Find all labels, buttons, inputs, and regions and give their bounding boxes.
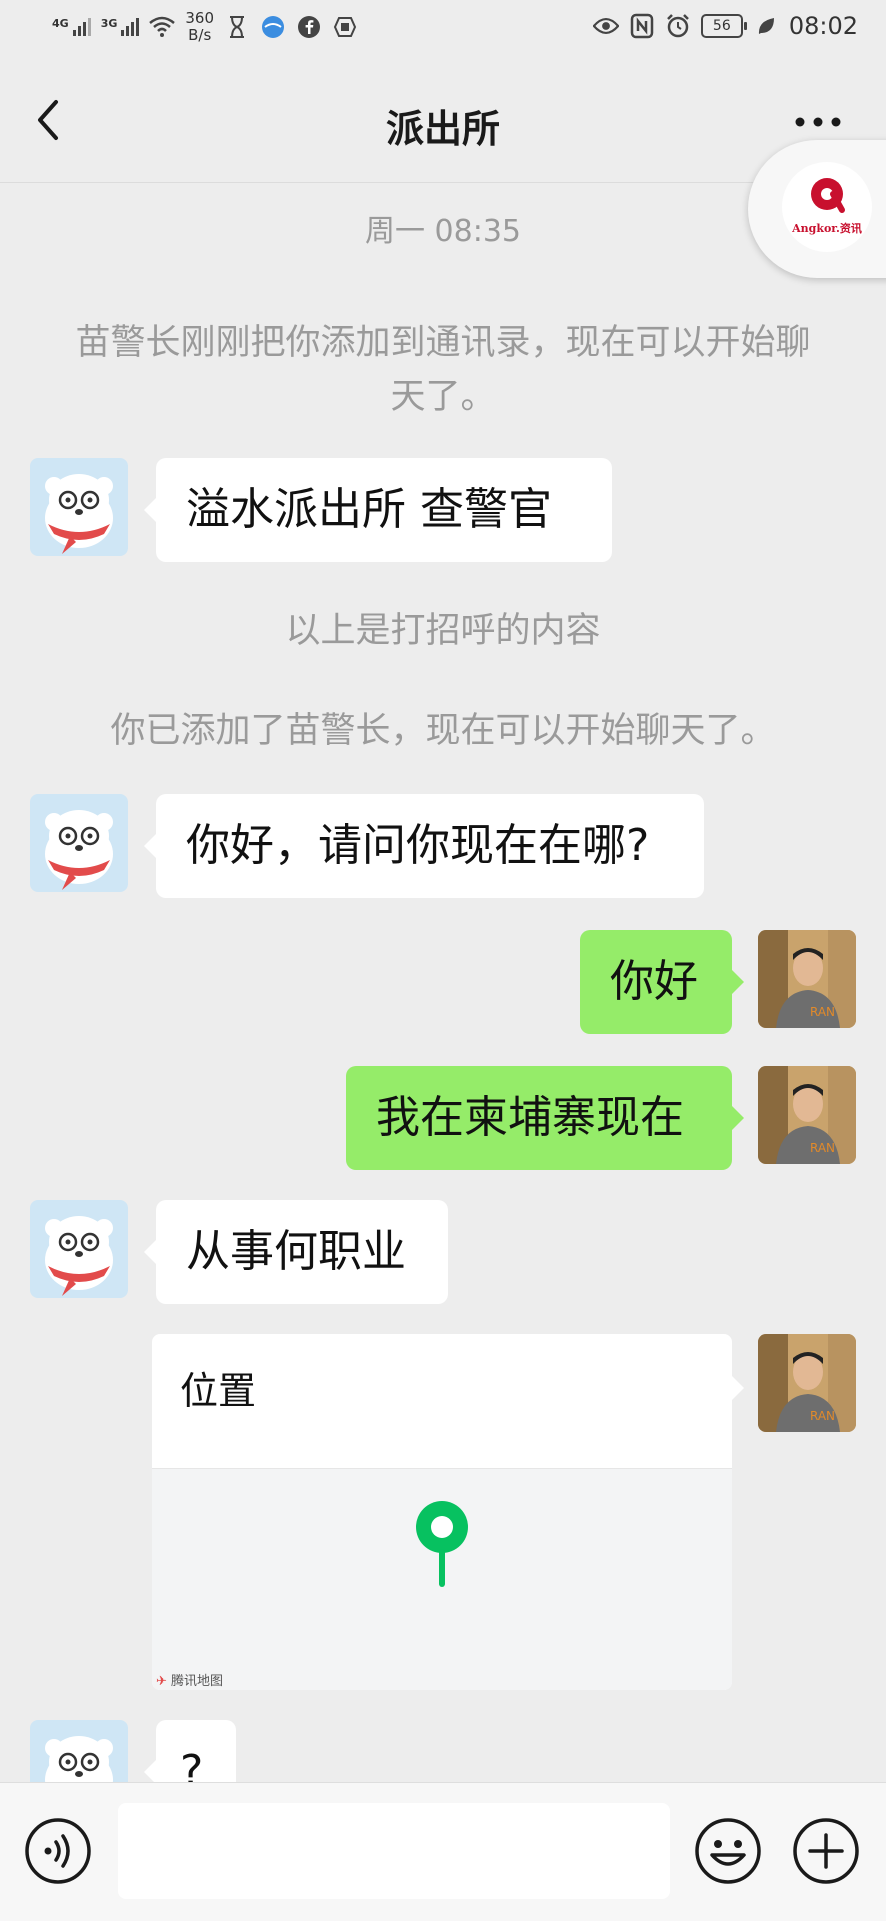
polar-bear-avatar-icon xyxy=(30,794,128,892)
message-bubble-incoming[interactable]: 你好，请问你现在在哪? xyxy=(144,794,704,898)
message-bubble-incoming[interactable]: 从事何职业 xyxy=(144,1200,448,1304)
status-left: 4G 3G 360 B/s xyxy=(52,10,358,44)
plus-icon[interactable] xyxy=(792,1817,860,1885)
status-right: 56 08:02 xyxy=(592,12,858,40)
leaf-icon xyxy=(753,13,779,39)
user-photo-avatar-icon: RAN xyxy=(758,930,856,1028)
polar-bear-avatar-icon xyxy=(30,458,128,556)
signal-2-icon: 3G xyxy=(101,18,140,36)
avatar-self[interactable]: RAN xyxy=(758,1066,856,1164)
browser-icon xyxy=(260,14,286,40)
svg-text:RAN: RAN xyxy=(810,1005,835,1019)
message-bubble-outgoing[interactable]: 我在柬埔寨现在 xyxy=(346,1066,744,1170)
emoji-icon[interactable] xyxy=(694,1817,762,1885)
map-pin-icon xyxy=(416,1501,468,1587)
message-bubble-incoming[interactable]: 溢水派出所 查警官 xyxy=(144,458,612,562)
svg-text:RAN: RAN xyxy=(810,1141,835,1155)
nav-bar: 派出所 xyxy=(0,62,886,183)
status-bar: 4G 3G 360 B/s 56 08:02 xyxy=(0,0,886,62)
input-bar xyxy=(0,1782,886,1921)
battery-indicator: 56 xyxy=(700,14,747,38)
system-message-you-added: 你已添加了苗警长，现在可以开始聊天了。 xyxy=(110,711,776,751)
chat-timestamp: 周一 08:35 xyxy=(365,214,521,249)
more-dots-icon[interactable] xyxy=(794,110,842,134)
polar-bear-avatar-icon xyxy=(30,1200,128,1298)
voice-icon[interactable] xyxy=(24,1817,92,1885)
user-photo-avatar-icon: RAN xyxy=(758,1334,856,1432)
clock: 08:02 xyxy=(788,12,858,40)
map-caption: ✈ 腾讯地图 xyxy=(156,1674,224,1689)
network-speed: 360 B/s xyxy=(185,9,215,44)
location-map-preview[interactable]: ✈ 腾讯地图 xyxy=(152,1468,732,1690)
signal-1-icon: 4G xyxy=(52,18,91,36)
location-card-tail xyxy=(732,1376,744,1400)
system-message-added: 苗警长刚刚把你添加到通讯录，现在可以开始聊天了。 xyxy=(75,323,811,417)
map-provider-icon: ✈ xyxy=(156,1674,167,1689)
eye-icon xyxy=(592,13,619,39)
wifi-icon xyxy=(149,14,176,40)
nfc-icon xyxy=(629,13,655,39)
location-card[interactable]: 位置 ✈ 腾讯地图 xyxy=(152,1334,732,1690)
hourglass-icon xyxy=(224,14,250,40)
shield-icon xyxy=(332,14,358,40)
avatar-contact[interactable] xyxy=(30,458,128,556)
page-title: 派出所 xyxy=(385,107,500,151)
alarm-icon xyxy=(665,13,691,39)
avatar-self[interactable]: RAN xyxy=(758,930,856,1028)
location-card-title: 位置 xyxy=(180,1369,257,1413)
message-input[interactable] xyxy=(118,1803,670,1899)
message-bubble-outgoing[interactable]: 你好 xyxy=(580,930,744,1034)
avatar-contact[interactable] xyxy=(30,1200,128,1298)
avatar-self[interactable]: RAN xyxy=(758,1334,856,1432)
system-message-greeting-note: 以上是打招呼的内容 xyxy=(285,611,601,651)
facebook-icon xyxy=(296,14,322,40)
avatar-contact[interactable] xyxy=(30,794,128,892)
svg-text:RAN: RAN xyxy=(810,1409,835,1423)
user-photo-avatar-icon: RAN xyxy=(758,1066,856,1164)
